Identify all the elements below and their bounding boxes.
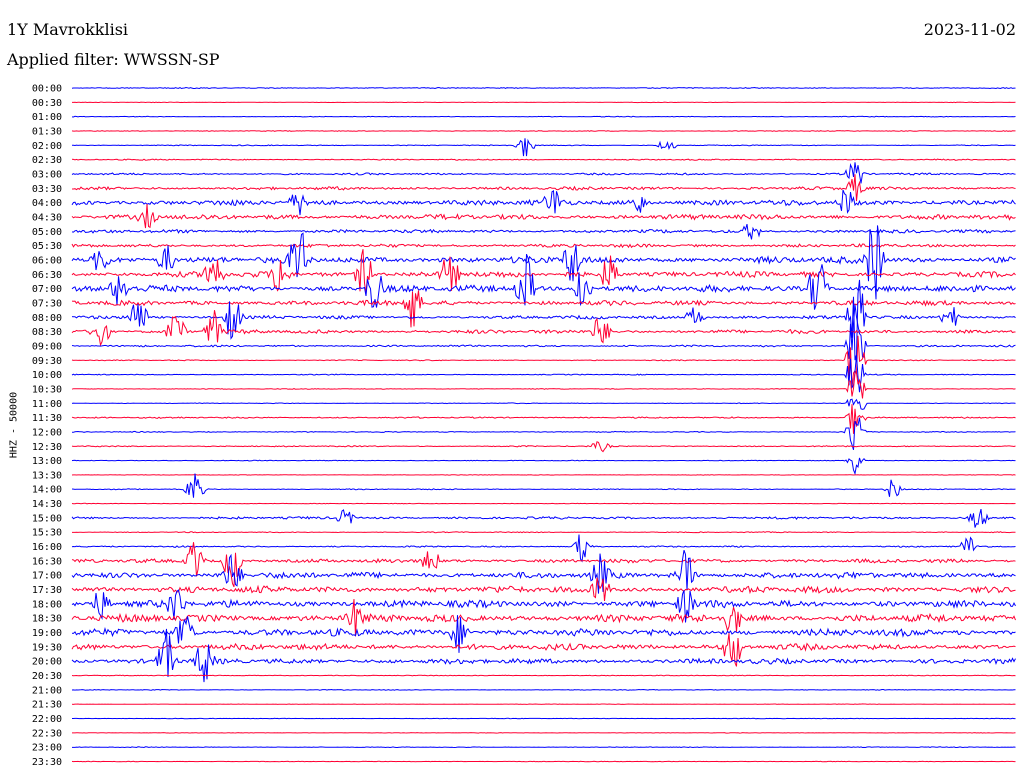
trace-row-1030: [71, 372, 1016, 399]
time-tick-2000: 20:00: [32, 657, 62, 668]
time-tick-1530: 15:30: [32, 528, 62, 539]
trace-row-2100: [71, 688, 1016, 691]
time-tick-1630: 16:30: [32, 556, 62, 567]
trace-row-0200: [71, 138, 1016, 157]
time-tick-0630: 06:30: [32, 270, 62, 281]
trace-row-0330: [72, 174, 1016, 202]
time-tick-0900: 09:00: [32, 341, 62, 352]
time-tick-0000: 00:00: [32, 84, 62, 95]
time-tick-1100: 11:00: [32, 399, 62, 410]
trace-row-1300: [71, 457, 1016, 476]
time-tick-0700: 07:00: [32, 284, 62, 295]
helicorder-page: 1Y Mavrokklisi 2023-11-02 Applied filter…: [0, 0, 1024, 780]
trace-row-2030: [71, 674, 1016, 677]
time-tick-1200: 12:00: [32, 427, 62, 438]
time-tick-labels: 00:00 00:30 01:00 01:30 02:00 02:30 03:00 03:30…: [32, 84, 62, 769]
trace-row-0100: [71, 115, 1016, 118]
trace-row-0500: [71, 223, 1016, 240]
trace-row-0030: [72, 101, 1016, 104]
trace-row-2330: [71, 760, 1016, 763]
trace-row-0230: [71, 158, 1016, 161]
time-tick-1000: 10:00: [32, 370, 62, 381]
trace-row-0430: [71, 203, 1016, 229]
time-tick-0600: 06:00: [32, 255, 62, 266]
time-tick-1800: 18:00: [32, 599, 62, 610]
time-tick-1900: 19:00: [32, 628, 62, 639]
trace-row-1500: [71, 508, 1016, 528]
trace-row-2000: [71, 628, 1016, 683]
time-tick-0430: 04:30: [32, 212, 62, 223]
time-tick-1700: 17:00: [32, 571, 62, 582]
time-tick-1330: 13:30: [32, 470, 62, 481]
trace-row-1530: [72, 531, 1016, 534]
time-tick-0130: 01:30: [32, 126, 62, 137]
trace-row-0300: [71, 162, 1016, 184]
trace-row-0530: [71, 242, 1016, 249]
time-tick-1400: 14:00: [32, 485, 62, 496]
time-tick-2030: 20:30: [32, 671, 62, 682]
helicorder-chart: 00:00 00:30 01:00 01:30 02:00 02:30 03:00 03:30…: [32, 84, 1016, 769]
time-tick-2100: 21:00: [32, 685, 62, 696]
trace-row-2230: [72, 732, 1016, 734]
trace-row-0700: [71, 254, 1016, 310]
seismic-traces: [71, 86, 1016, 763]
time-tick-2300: 23:00: [32, 743, 62, 754]
time-tick-1930: 19:30: [32, 642, 62, 653]
trace-row-2300: [72, 746, 1016, 749]
trace-row-0130: [71, 130, 1016, 132]
time-tick-1600: 16:00: [32, 542, 62, 553]
time-tick-1730: 17:30: [32, 585, 62, 596]
trace-row-1430: [71, 502, 1016, 505]
trace-row-1130: [71, 404, 1016, 434]
trace-row-1100: [71, 398, 1016, 410]
time-tick-1130: 11:30: [32, 413, 62, 424]
trace-row-0930: [71, 335, 1016, 389]
time-tick-0200: 02:00: [32, 141, 62, 152]
time-tick-0030: 00:30: [32, 98, 62, 109]
time-tick-1300: 13:00: [32, 456, 62, 467]
time-tick-0330: 03:30: [32, 184, 62, 195]
trace-row-1400: [71, 473, 1016, 498]
time-tick-1430: 14:30: [32, 499, 62, 510]
trace-row-2130: [71, 703, 1016, 705]
trace-row-1330: [71, 474, 1016, 476]
time-tick-1500: 15:00: [32, 513, 62, 524]
trace-row-1600: [71, 534, 1016, 563]
trace-row-2200: [72, 717, 1016, 720]
time-tick-2330: 23:30: [32, 757, 62, 768]
time-tick-1830: 18:30: [32, 614, 62, 625]
trace-row-0000: [71, 86, 1016, 90]
time-tick-0930: 09:30: [32, 356, 62, 367]
time-tick-2200: 22:00: [32, 714, 62, 725]
time-tick-0400: 04:00: [32, 198, 62, 209]
trace-row-1630: [71, 542, 1016, 588]
time-tick-0100: 01:00: [32, 112, 62, 123]
time-tick-0830: 08:30: [32, 327, 62, 338]
trace-row-1730: [71, 577, 1016, 602]
trace-row-1230: [71, 441, 1016, 453]
time-tick-0730: 07:30: [32, 298, 62, 309]
trace-row-1200: [71, 417, 1016, 451]
time-tick-0800: 08:00: [32, 313, 62, 324]
trace-row-0400: [71, 189, 1016, 216]
trace-row-1700: [71, 550, 1016, 594]
trace-row-0830: [71, 310, 1016, 347]
time-tick-2130: 21:30: [32, 700, 62, 711]
time-tick-0300: 03:00: [32, 169, 62, 180]
time-tick-1230: 12:30: [32, 442, 62, 453]
time-tick-2230: 22:30: [32, 728, 62, 739]
time-tick-0230: 02:30: [32, 155, 62, 166]
time-tick-1030: 10:30: [32, 384, 62, 395]
time-tick-0530: 05:30: [32, 241, 62, 252]
time-tick-0500: 05:00: [32, 227, 62, 238]
